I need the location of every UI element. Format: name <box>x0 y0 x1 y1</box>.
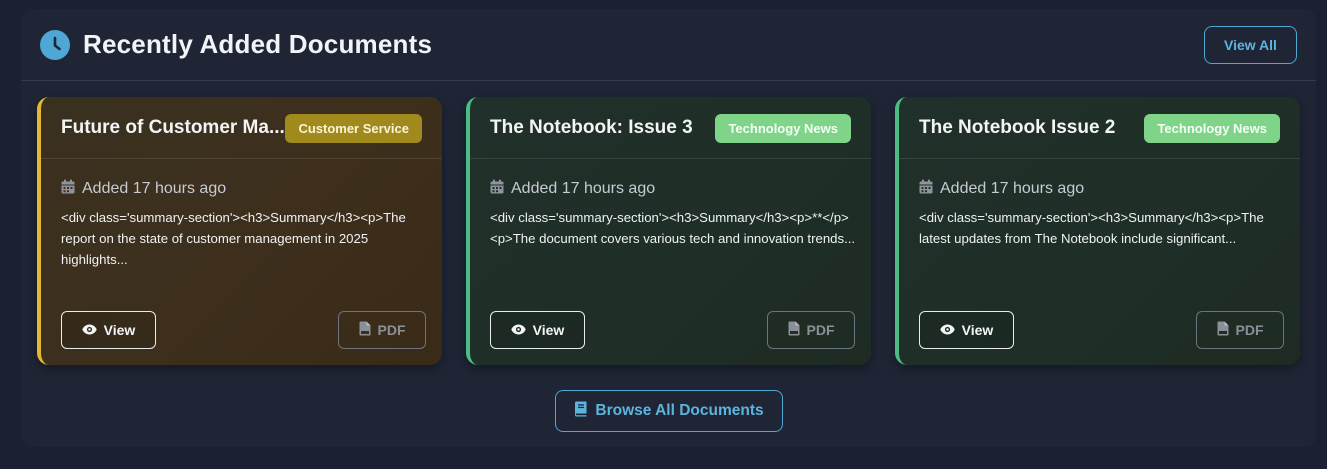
view-button[interactable]: View <box>490 311 585 349</box>
document-card: The Notebook Issue 2 Technology News Add… <box>895 97 1300 365</box>
date-row: Added 17 hours ago <box>919 179 1084 199</box>
calendar-icon <box>490 179 504 199</box>
added-date: Added 17 hours ago <box>940 180 1085 197</box>
category-badge: Technology News <box>1144 114 1280 143</box>
browse-button-label: Browse All Documents <box>595 402 764 419</box>
calendar-icon <box>61 179 75 199</box>
pdf-file-icon <box>788 321 800 339</box>
view-button-label: View <box>103 322 136 338</box>
card-header: The Notebook Issue 2 Technology News <box>899 97 1300 159</box>
card-header: Future of Customer Ma... Customer Servic… <box>41 97 442 159</box>
pdf-file-icon <box>1217 321 1229 339</box>
pdf-button[interactable]: PDF <box>767 311 855 349</box>
added-date: Added 17 hours ago <box>511 180 656 197</box>
card-title[interactable]: Future of Customer Ma... <box>61 117 285 139</box>
view-button-label: View <box>532 322 565 338</box>
view-button[interactable]: View <box>919 311 1014 349</box>
book-icon <box>574 401 587 422</box>
card-summary: <div class='summary-section'><h3>Summary… <box>919 210 1264 246</box>
panel-header: Recently Added Documents View All <box>21 9 1316 81</box>
recent-documents-panel: Recently Added Documents View All Future… <box>21 9 1316 447</box>
added-date: Added 17 hours ago <box>82 180 227 197</box>
clock-icon <box>40 29 70 60</box>
browse-all-documents-button[interactable]: Browse All Documents <box>555 390 783 432</box>
eye-icon <box>510 322 526 338</box>
date-row: Added 17 hours ago <box>61 179 226 199</box>
pdf-button[interactable]: PDF <box>338 311 426 349</box>
category-badge: Technology News <box>715 114 851 143</box>
eye-icon <box>81 322 97 338</box>
card-summary: <div class='summary-section'><h3>Summary… <box>490 210 856 246</box>
calendar-icon <box>919 179 933 199</box>
pdf-button-label: PDF <box>1235 322 1264 338</box>
pdf-button-label: PDF <box>377 322 406 338</box>
card-title[interactable]: The Notebook Issue 2 <box>919 117 1115 139</box>
eye-icon <box>939 322 955 338</box>
pdf-file-icon <box>359 321 371 339</box>
panel-title: Recently Added Documents <box>83 29 433 59</box>
card-header: The Notebook: Issue 3 Technology News <box>470 97 871 159</box>
view-all-button[interactable]: View All <box>1204 26 1297 64</box>
pdf-button-label: PDF <box>806 322 835 338</box>
card-title[interactable]: The Notebook: Issue 3 <box>490 117 693 139</box>
view-button[interactable]: View <box>61 311 156 349</box>
date-row: Added 17 hours ago <box>490 179 655 199</box>
document-card: Future of Customer Ma... Customer Servic… <box>37 97 442 365</box>
pdf-button[interactable]: PDF <box>1196 311 1284 349</box>
document-card: The Notebook: Issue 3 Technology News Ad… <box>466 97 871 365</box>
category-badge: Customer Service <box>285 114 422 143</box>
view-button-label: View <box>961 322 994 338</box>
card-summary: <div class='summary-section'><h3>Summary… <box>61 210 406 267</box>
